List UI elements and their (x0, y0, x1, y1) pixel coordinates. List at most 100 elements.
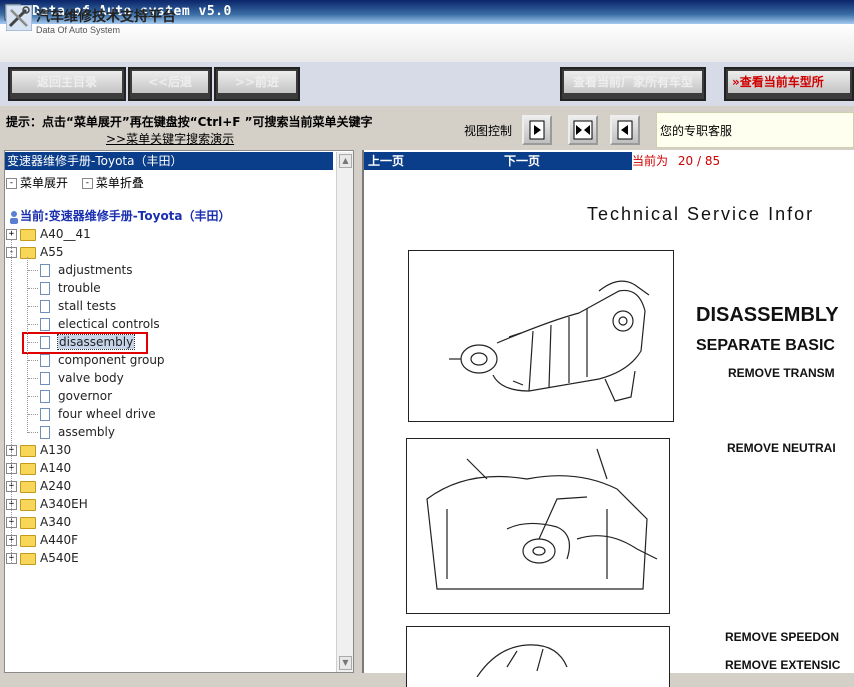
tree-document-label: component group (58, 353, 165, 367)
tree-document-label: disassembly (56, 334, 136, 350)
tree-folder[interactable]: + A540E (6, 549, 79, 567)
app-name: 汽车维修技术支持平台 (36, 9, 176, 25)
forward-button-label: >>前进 (218, 71, 296, 93)
scroll-down-icon[interactable]: ▼ (339, 656, 352, 670)
home-button-label: 返回主目录 (12, 71, 122, 93)
tree-document[interactable]: disassembly (28, 333, 136, 351)
tree-folder[interactable]: - A55 (6, 243, 63, 261)
current-model-inner: »查看当前车型所 (728, 71, 850, 93)
tree-folder[interactable]: + A240 (6, 477, 71, 495)
arrow-left-icon (617, 120, 633, 140)
all-models-button[interactable]: 查看当前厂家所有车型 (560, 67, 706, 101)
tree-folder[interactable]: + A130 (6, 441, 71, 459)
forward-button[interactable]: >>前进 (214, 67, 300, 101)
tree-connector (28, 396, 38, 397)
tree-folder-label: A540E (40, 551, 79, 565)
tree-connector (28, 360, 38, 361)
view-split-button[interactable] (568, 115, 598, 145)
document-icon (40, 390, 50, 403)
tree-connector (28, 270, 38, 271)
tree-document[interactable]: governor (28, 387, 112, 405)
tree-folder-label: A440F (40, 533, 79, 547)
tree-folder-label: A340EH (40, 497, 88, 511)
document-icon (40, 426, 50, 439)
doc-heading-separate: SEPARATE BASIC (696, 337, 835, 354)
menu-collapse-link[interactable]: 菜单折叠 (96, 176, 144, 190)
figure-neutral-switch (406, 438, 670, 614)
tree-folder-label: A130 (40, 443, 72, 457)
tree-document-label: valve body (58, 371, 124, 385)
document-icon (40, 354, 50, 367)
tree-document[interactable]: stall tests (28, 297, 116, 315)
home-button[interactable]: 返回主目录 (8, 67, 126, 101)
tree-connector (28, 378, 38, 379)
folder-icon (20, 516, 36, 529)
double-chevron-icon: » (732, 75, 740, 89)
page-indicator: 当前为 20 / 85 (632, 152, 854, 170)
tree-scrollbar[interactable]: ▲ ▼ (336, 152, 353, 672)
tree-document[interactable]: component group (28, 351, 165, 369)
doc-step-remove-neutral: REMOVE NEUTRAI (727, 441, 836, 455)
tree-folder-label: A340 (40, 515, 72, 529)
tree-folder-label: A40__41 (40, 227, 91, 241)
tree-document-label: electical controls (58, 317, 160, 331)
tree-document[interactable]: assembly (28, 423, 115, 441)
tree-header: 变速器维修手册-Toyota（丰田） (5, 152, 333, 170)
folder-icon (20, 480, 36, 493)
tree-connector (28, 342, 38, 343)
tree-folder-label: A55 (40, 245, 64, 259)
tree-document[interactable]: valve body (28, 369, 124, 387)
document-icon (40, 300, 50, 313)
doc-step-remove-transmission: REMOVE TRANSM (728, 366, 835, 380)
tree-document[interactable]: electical controls (28, 315, 160, 333)
doc-step-remove-extension: REMOVE EXTENSIC (725, 658, 841, 672)
current-model-label: 查看当前车型所 (739, 75, 824, 89)
tree-folder[interactable]: + A340 (6, 513, 71, 531)
toolbar: 返回主目录 <<后退 >>前进 查看当前厂家所有车型 »查看当前车型所 (0, 62, 854, 106)
transmission-illustration (449, 280, 650, 402)
tree-folder[interactable]: + A340EH (6, 495, 88, 513)
figure-transmission (408, 250, 674, 422)
back-button[interactable]: <<后退 (128, 67, 212, 101)
wrench-logo-icon (6, 5, 32, 31)
tree-connector (28, 432, 38, 433)
tree-root-connector (11, 239, 12, 563)
doc-heading-disassembly: DISASSEMBLY (696, 304, 839, 326)
scroll-up-icon[interactable]: ▲ (339, 154, 352, 168)
all-models-label: 查看当前厂家所有车型 (564, 71, 702, 93)
folder-icon (20, 444, 36, 457)
viewer-nav-bar: 上一页 下一页 (364, 152, 632, 170)
tree-folder-label: A240 (40, 479, 72, 493)
tree-document[interactable]: trouble (28, 279, 101, 297)
hint-text: 提示：点击“菜单展开”再在键盘按“Ctrl+F ”可搜索当前菜单关键字 (6, 115, 373, 129)
page-current: 20 (677, 154, 694, 168)
view-right-button[interactable] (522, 115, 552, 145)
menu-expand-link[interactable]: 菜单展开 (20, 176, 68, 190)
document-icon (40, 372, 50, 385)
tree-document[interactable]: adjustments (28, 261, 133, 279)
view-left-button[interactable] (610, 115, 640, 145)
figure-speedometer (406, 626, 670, 687)
tree-connector (28, 288, 38, 289)
folder-icon (20, 498, 36, 511)
page-separator: / (696, 154, 705, 168)
prev-page-link[interactable]: 上一页 (368, 152, 404, 170)
tree-folder[interactable]: + A440F (6, 531, 78, 549)
document-icon (40, 318, 50, 331)
tree-document-label: stall tests (58, 299, 117, 313)
tree-folder[interactable]: + A40__41 (6, 225, 91, 243)
tree-folder[interactable]: + A140 (6, 459, 71, 477)
next-page-link[interactable]: 下一页 (504, 152, 540, 170)
folder-icon (20, 534, 36, 547)
service-label: 您的专职客服 (660, 124, 733, 138)
speedometer-illustration (476, 644, 568, 678)
page-prefix: 当前为 (632, 154, 669, 168)
document-icon (40, 264, 50, 277)
tree-document[interactable]: four wheel drive (28, 405, 156, 423)
current-location-label: 当前:变速器维修手册-Toyota（丰田） (20, 209, 231, 223)
current-model-button[interactable]: »查看当前车型所 (724, 67, 854, 101)
arrow-right-icon (529, 120, 545, 140)
page-total: 85 (704, 154, 721, 168)
search-demo-link[interactable]: >>菜单关键字搜索演示 (106, 130, 234, 147)
folder-icon (20, 228, 36, 241)
